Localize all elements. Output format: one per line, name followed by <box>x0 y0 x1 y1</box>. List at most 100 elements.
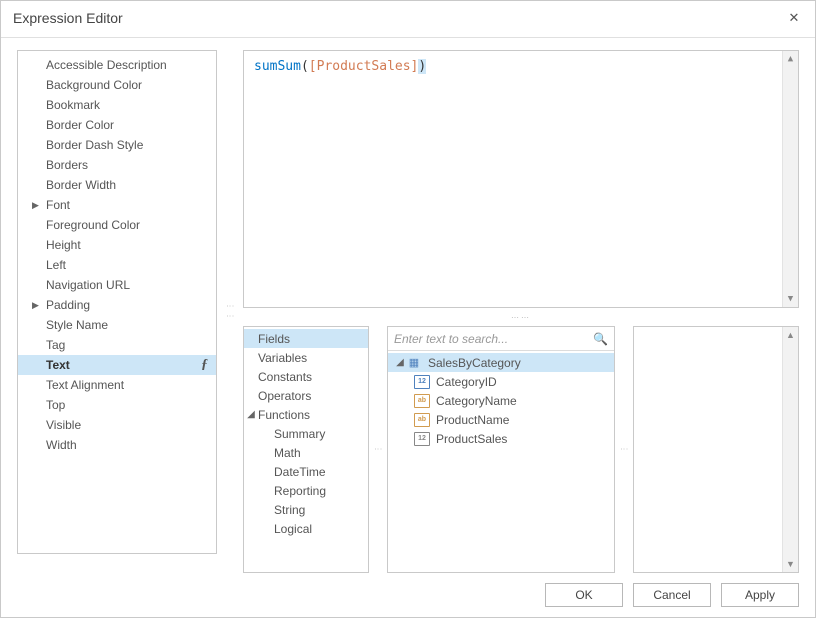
property-item[interactable]: ▶ Font <box>18 195 216 215</box>
datasource-icon: ▦ <box>406 356 422 370</box>
field-type-icon: ab <box>414 394 430 408</box>
property-item[interactable]: Border Dash Style <box>18 135 216 155</box>
property-item[interactable]: Style Name <box>18 315 216 335</box>
scroll-up-icon[interactable]: ▲ <box>783 327 798 343</box>
description-scrollbar[interactable]: ▲ ▼ <box>782 327 798 572</box>
scroll-down-icon[interactable]: ▼ <box>783 556 798 572</box>
scroll-up-icon[interactable]: ▲ <box>783 51 798 67</box>
tree-row-field[interactable]: 12 CategoryID <box>388 372 614 391</box>
apply-button[interactable]: Apply <box>721 583 799 607</box>
properties-panel: Accessible DescriptionBackground ColorBo… <box>17 50 217 554</box>
category-subitem[interactable]: String <box>244 500 368 519</box>
cancel-button[interactable]: Cancel <box>633 583 711 607</box>
property-label: Font <box>46 198 70 212</box>
property-label: Left <box>46 258 66 272</box>
fields-panel: 🔍 ◢▦SalesByCategory 12 CategoryID abCategor… <box>387 326 615 573</box>
splitter-fields-desc[interactable]: ⋮ <box>621 326 627 573</box>
property-label: Borders <box>46 158 88 172</box>
category-label: Fields <box>258 332 290 346</box>
tree-row-field[interactable]: 12ProductSales <box>388 429 614 448</box>
expression-editor-dialog: Expression Editor ✕ Accessible Descripti… <box>0 0 816 618</box>
property-label: Style Name <box>46 318 108 332</box>
tree-row-label: ProductName <box>436 413 509 427</box>
property-label: Width <box>46 438 77 452</box>
expression-text: sumSum([ProductSales]) <box>254 59 788 74</box>
property-item[interactable]: Text ƒ <box>18 355 216 375</box>
field-type-icon: 12 <box>414 375 430 389</box>
category-label: Summary <box>274 427 325 441</box>
property-item[interactable]: Top <box>18 395 216 415</box>
chevron-down-icon[interactable]: ◢ <box>394 357 406 368</box>
property-label: Text Alignment <box>46 378 124 392</box>
tree-row-label: CategoryID <box>436 375 497 389</box>
category-subitem[interactable]: Reporting <box>244 481 368 500</box>
category-label: Reporting <box>274 484 326 498</box>
tree-row-field[interactable]: abCategoryName <box>388 391 614 410</box>
property-item[interactable]: Border Width <box>18 175 216 195</box>
property-item[interactable]: Text Alignment <box>18 375 216 395</box>
splitter-horizontal[interactable]: ⋯⋯ <box>243 314 799 320</box>
property-item[interactable]: Left <box>18 255 216 275</box>
fields-tree: ◢▦SalesByCategory 12 CategoryID abCategoryN… <box>388 351 614 448</box>
expression-textarea[interactable]: sumSum([ProductSales]) ▲ ▼ <box>243 50 799 308</box>
category-label: Constants <box>258 370 312 384</box>
property-item[interactable]: Bookmark <box>18 95 216 115</box>
dialog-title: Expression Editor <box>13 10 123 26</box>
property-item[interactable]: Foreground Color <box>18 215 216 235</box>
property-item[interactable]: Border Color <box>18 115 216 135</box>
category-item[interactable]: Fields <box>244 329 368 348</box>
category-subitem[interactable]: DateTime <box>244 462 368 481</box>
category-label: Operators <box>258 389 311 403</box>
category-item[interactable]: ◢Functions <box>244 405 368 424</box>
category-label: String <box>274 503 305 517</box>
chevron-right-icon[interactable]: ▶ <box>32 300 39 311</box>
splitter-vertical[interactable]: ⋮⋮ <box>227 50 233 573</box>
property-item[interactable]: Borders <box>18 155 216 175</box>
chevron-right-icon[interactable]: ▶ <box>32 200 39 211</box>
category-item[interactable]: Constants <box>244 367 368 386</box>
property-item[interactable]: Tag <box>18 335 216 355</box>
main-row: Accessible DescriptionBackground ColorBo… <box>17 50 799 573</box>
scroll-down-icon[interactable]: ▼ <box>783 291 798 307</box>
property-item[interactable]: ▶ Padding <box>18 295 216 315</box>
category-label: DateTime <box>274 465 326 479</box>
category-subitem[interactable]: Summary <box>244 424 368 443</box>
property-label: Top <box>46 398 65 412</box>
field-type-icon: ab <box>414 413 430 427</box>
category-subitem[interactable]: Logical <box>244 519 368 538</box>
category-item[interactable]: Operators <box>244 386 368 405</box>
description-panel: ▲ ▼ <box>633 326 799 573</box>
category-subitem[interactable]: Math <box>244 443 368 462</box>
tree-row-root[interactable]: ◢▦SalesByCategory <box>388 353 614 372</box>
property-label: Text <box>46 358 70 372</box>
category-label: Logical <box>274 522 312 536</box>
property-label: Padding <box>46 298 90 312</box>
property-item[interactable]: Background Color <box>18 75 216 95</box>
property-label: Navigation URL <box>46 278 130 292</box>
splitter-cat-fields[interactable]: ⋮ <box>375 326 381 573</box>
category-item[interactable]: Variables <box>244 348 368 367</box>
fx-icon: ƒ <box>201 357 208 373</box>
category-label: Functions <box>258 408 310 422</box>
category-label: Math <box>274 446 301 460</box>
property-label: Tag <box>46 338 65 352</box>
property-item[interactable]: Visible <box>18 415 216 435</box>
property-label: Height <box>46 238 81 252</box>
right-column: sumSum([ProductSales]) ▲ ▼ ⋯⋯ Fields Vari… <box>243 50 799 573</box>
property-item[interactable]: Width <box>18 435 216 455</box>
expression-scrollbar[interactable]: ▲ ▼ <box>782 51 798 307</box>
button-row: OK Cancel Apply <box>17 581 799 607</box>
property-item[interactable]: Height <box>18 235 216 255</box>
tree-row-field[interactable]: ab ProductName <box>388 410 614 429</box>
property-label: Border Width <box>46 178 116 192</box>
property-item[interactable]: Accessible Description <box>18 55 216 75</box>
chevron-down-icon[interactable]: ◢ <box>246 409 256 420</box>
field-type-icon: 12 <box>414 432 430 446</box>
close-icon[interactable]: ✕ <box>785 9 803 27</box>
property-label: Border Dash Style <box>46 138 143 152</box>
property-item[interactable]: Navigation URL <box>18 275 216 295</box>
ok-button[interactable]: OK <box>545 583 623 607</box>
category-label: Variables <box>258 351 307 365</box>
search-input[interactable] <box>394 332 593 346</box>
search-icon[interactable]: 🔍 <box>593 332 608 346</box>
